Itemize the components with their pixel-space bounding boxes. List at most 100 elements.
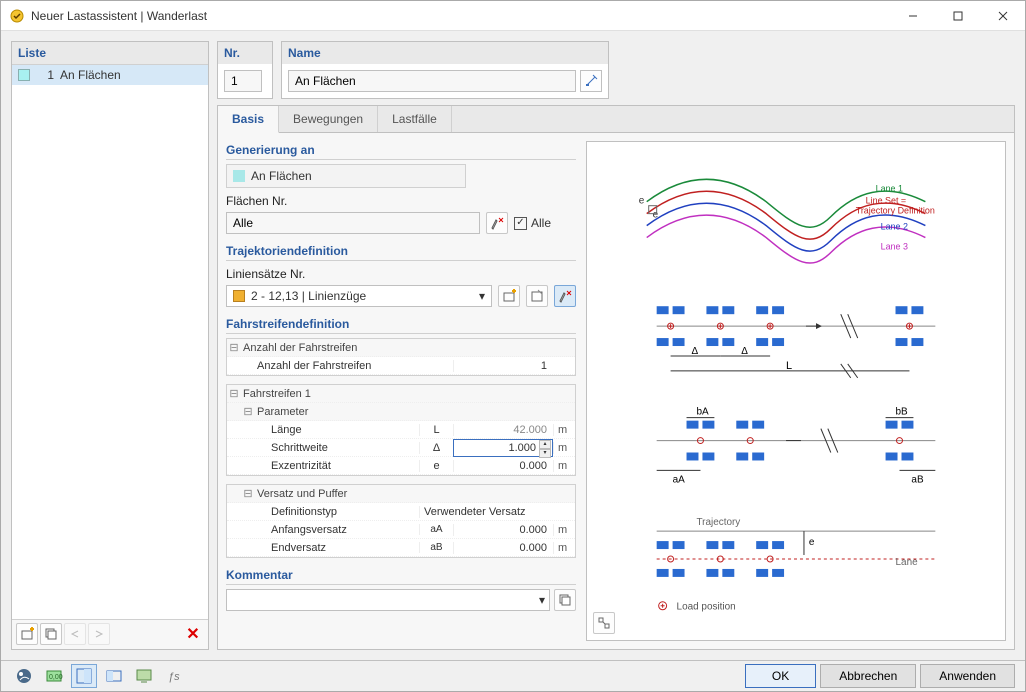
svg-text:aB: aB xyxy=(911,474,924,485)
svg-text:Line Set =: Line Set = xyxy=(866,196,907,206)
linien-value: 2 - 12,13 | Linienzüge xyxy=(251,289,366,303)
dialog-footer: 0,00 ƒs OK Abbrechen Anwenden xyxy=(1,660,1025,691)
section-kommentar: Kommentar xyxy=(226,566,576,585)
svg-text:Load position: Load position xyxy=(677,602,736,613)
anfv-value[interactable]: 0.000 xyxy=(453,524,553,536)
cancel-button[interactable]: Abbrechen xyxy=(820,664,916,688)
anzahl-label: Anzahl der Fahrstreifen xyxy=(255,360,419,372)
svg-text:Trajectory: Trajectory xyxy=(696,517,740,528)
show-preview-button[interactable] xyxy=(71,664,97,688)
section-trajektorie: Trajektoriendefinition xyxy=(226,242,576,261)
new-item-button[interactable] xyxy=(16,623,38,645)
tabs-header: Basis Bewegungen Lastfälle xyxy=(218,106,1014,133)
nr-header: Nr. xyxy=(218,42,272,64)
display-button[interactable] xyxy=(131,664,157,688)
titlebar: Neuer Lastassistent | Wanderlast xyxy=(1,1,1025,31)
laenge-value: 42.000 xyxy=(453,424,553,436)
flaechen-label: Flächen Nr. xyxy=(226,194,576,208)
redo-button xyxy=(88,623,110,645)
gen-field[interactable]: An Flächen xyxy=(226,164,466,188)
view-mode-button[interactable] xyxy=(101,664,127,688)
list-toolbar: ✕ xyxy=(12,619,208,649)
name-header: Name xyxy=(282,42,608,64)
liniensaetze-dropdown[interactable]: 2 - 12,13 | Linienzüge ▾ xyxy=(226,285,492,307)
svg-text:bA: bA xyxy=(696,407,709,418)
alle-label: Alle xyxy=(531,216,551,230)
kommentar-library-button[interactable] xyxy=(554,589,576,611)
deftyp-label: Definitionstyp xyxy=(269,506,385,518)
edit-lineset-button[interactable] xyxy=(526,285,548,307)
kommentar-dropdown[interactable]: ▾ xyxy=(226,589,550,611)
gen-value: An Flächen xyxy=(251,169,312,183)
exz-value[interactable]: 0.000 xyxy=(453,460,553,472)
svg-text:Lane 1: Lane 1 xyxy=(876,184,903,194)
maximize-button[interactable] xyxy=(935,1,980,31)
help-button[interactable] xyxy=(11,664,37,688)
item-color-swatch xyxy=(18,69,30,81)
spinner-icon[interactable]: ▴▾ xyxy=(539,440,551,458)
apply-button[interactable]: Anwenden xyxy=(920,664,1015,688)
linien-label: Liniensätze Nr. xyxy=(226,267,576,281)
undo-button xyxy=(64,623,86,645)
list-panel: Liste 1 An Flächen ✕ xyxy=(11,41,209,650)
svg-text:Δ: Δ xyxy=(692,346,699,357)
svg-text:e: e xyxy=(653,210,659,221)
units-button[interactable]: 0,00 xyxy=(41,664,67,688)
anzahl-value[interactable]: 1 xyxy=(453,360,553,372)
svg-text:e: e xyxy=(809,537,815,548)
delete-button[interactable]: ✕ xyxy=(182,623,204,645)
flaechen-input[interactable] xyxy=(226,212,480,234)
svg-text:0,00: 0,00 xyxy=(49,674,63,681)
exz-label: Exzentrizität xyxy=(269,460,419,472)
row-fs1[interactable]: ⊟ Fahrstreifen 1 xyxy=(227,385,575,403)
pick-flaechen-button[interactable] xyxy=(486,212,508,234)
schritt-label: Schrittweite xyxy=(269,442,419,454)
name-box: Name xyxy=(281,41,609,99)
chevron-down-icon: ▾ xyxy=(539,593,545,607)
close-button[interactable] xyxy=(980,1,1025,31)
copy-item-button[interactable] xyxy=(40,623,62,645)
endv-label: Endversatz xyxy=(269,542,419,554)
checkbox-icon: ✓ xyxy=(514,217,527,230)
svg-text:aA: aA xyxy=(673,474,686,485)
svg-text:Trajectory Definition: Trajectory Definition xyxy=(856,206,935,216)
anfv-label: Anfangsversatz xyxy=(269,524,419,536)
name-input[interactable] xyxy=(288,70,576,92)
laenge-label: Länge xyxy=(269,424,419,436)
tab-basis[interactable]: Basis xyxy=(218,106,279,133)
tab-lastfaelle[interactable]: Lastfälle xyxy=(378,106,452,132)
svg-text:Lane 3: Lane 3 xyxy=(881,241,908,251)
row-versatz[interactable]: ⊟ Versatz und Puffer xyxy=(227,485,575,503)
svg-text:Lane 2: Lane 2 xyxy=(881,222,908,232)
nr-input[interactable] xyxy=(224,70,262,92)
row-anzahl-group[interactable]: ⊟ Anzahl der Fahrstreifen xyxy=(227,339,575,357)
svg-text:L: L xyxy=(786,360,792,372)
svg-text:e: e xyxy=(639,196,645,207)
preview-tool-button[interactable] xyxy=(593,612,615,634)
item-number: 1 xyxy=(36,68,54,82)
alle-checkbox[interactable]: ✓ Alle xyxy=(514,216,551,230)
pick-lineset-button[interactable] xyxy=(554,285,576,307)
window-title: Neuer Lastassistent | Wanderlast xyxy=(31,9,890,23)
list-header: Liste xyxy=(12,42,208,65)
deftyp-value[interactable]: Verwendeter Versatz xyxy=(419,506,553,518)
tab-bewegungen[interactable]: Bewegungen xyxy=(279,106,378,132)
nr-box: Nr. xyxy=(217,41,273,99)
linien-swatch xyxy=(233,290,245,302)
chevron-down-icon: ▾ xyxy=(479,289,485,303)
item-label: An Flächen xyxy=(60,68,121,82)
minimize-button[interactable] xyxy=(890,1,935,31)
svg-text:Lane: Lane xyxy=(896,557,919,568)
preview-pane: Lane 1 Line Set = Trajectory Definition … xyxy=(586,141,1006,641)
row-parameter[interactable]: ⊟ Parameter xyxy=(227,403,575,421)
schritt-input[interactable]: 1.000 ▴▾ xyxy=(453,439,553,457)
endv-value[interactable]: 0.000 xyxy=(453,542,553,554)
script-button[interactable]: ƒs xyxy=(161,664,187,688)
gen-swatch xyxy=(233,170,245,182)
edit-name-button[interactable] xyxy=(580,70,602,92)
ok-button[interactable]: OK xyxy=(745,664,816,688)
section-fahrstreifen: Fahrstreifendefinition xyxy=(226,315,576,334)
list-item[interactable]: 1 An Flächen xyxy=(12,65,208,85)
new-lineset-button[interactable] xyxy=(498,285,520,307)
svg-text:ƒs: ƒs xyxy=(168,671,180,683)
